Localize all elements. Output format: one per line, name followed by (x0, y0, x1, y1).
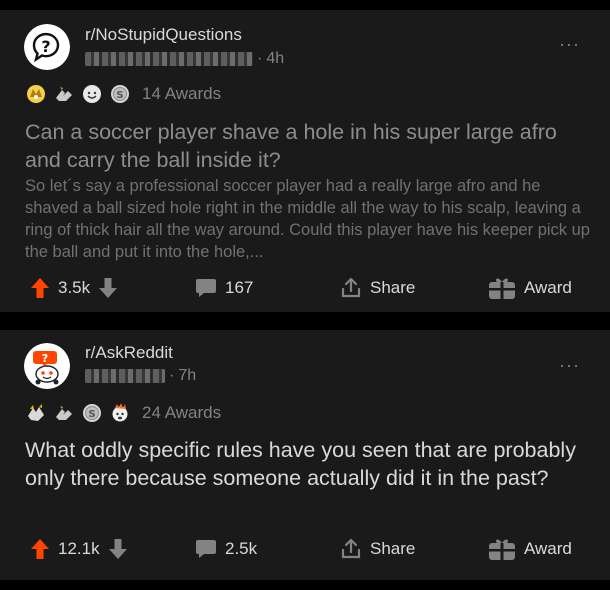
gold-hands-award-icon (28, 404, 44, 421)
feed: ? r/NoStupidQuestions · 4h ··· S 14 Awar… (0, 0, 610, 590)
post-card[interactable]: ? r/AskReddit · 7h ··· S 24 Awards What … (0, 330, 610, 580)
subreddit-name[interactable]: r/AskReddit (85, 343, 173, 363)
award-label: Award (524, 539, 572, 558)
awards-count: 14 Awards (142, 84, 222, 103)
share-icon (341, 277, 361, 298)
svg-text:S: S (116, 90, 123, 101)
share-label: Share (370, 278, 416, 297)
wholesome-award-icon (83, 85, 101, 103)
username-redacted[interactable] (85, 369, 165, 383)
post-card[interactable]: ? r/NoStupidQuestions · 4h ··· S 14 Awar… (0, 10, 610, 312)
hands-award-icon (56, 87, 72, 101)
arrow-up-icon[interactable] (30, 538, 50, 560)
share-button[interactable]: Share (340, 537, 415, 561)
snoo-question-icon: ? (24, 343, 70, 389)
vote-count: 12.1k (58, 539, 100, 558)
helpful-award-icon (27, 85, 45, 103)
comments-button[interactable]: 167 (195, 276, 253, 300)
speech-bubble-icon (196, 540, 216, 558)
gift-icon (489, 278, 515, 299)
post-title[interactable]: Can a soccer player shave a hole in his … (25, 118, 590, 174)
vote-control: 12.1k (30, 537, 128, 561)
award-label: Award (524, 278, 572, 297)
post-body-preview[interactable]: So let´s say a professional soccer playe… (25, 175, 595, 263)
subreddit-name[interactable]: r/NoStupidQuestions (85, 25, 242, 45)
awards-row[interactable]: S 24 Awards (26, 403, 221, 423)
awards-row[interactable]: S 14 Awards (26, 84, 221, 104)
post-actions: 3.5k 167 Share Award (0, 276, 610, 300)
comments-button[interactable]: 2.5k (195, 537, 257, 561)
post-meta: · 7h (85, 367, 196, 385)
speech-bubble-icon (196, 279, 216, 297)
post-age: 4h (266, 50, 285, 67)
post-meta: · 4h (85, 50, 284, 68)
vote-count: 3.5k (58, 278, 91, 297)
award-button[interactable]: Award (488, 276, 572, 300)
gift-icon (489, 539, 515, 560)
post-title[interactable]: What oddly specific rules have you seen … (25, 436, 590, 492)
post-actions: 12.1k 2.5k Share Award (0, 537, 610, 561)
svg-text:?: ? (42, 352, 48, 365)
comments-count: 167 (225, 278, 254, 297)
svg-text:?: ? (41, 37, 50, 56)
hands-award-icon (56, 406, 72, 420)
more-options-button[interactable]: ··· (559, 355, 580, 376)
awards-count: 24 Awards (142, 403, 222, 422)
silver-award-icon: S (111, 85, 129, 103)
subreddit-avatar[interactable]: ? (24, 343, 70, 389)
comments-count: 2.5k (225, 539, 258, 558)
more-options-button[interactable]: ··· (559, 34, 580, 55)
svg-text:S: S (88, 409, 95, 420)
share-button[interactable]: Share (340, 276, 415, 300)
arrow-down-icon[interactable] (98, 277, 118, 299)
post-age: 7h (178, 367, 197, 384)
vote-control: 3.5k (30, 276, 118, 300)
silver-award-icon: S (83, 404, 101, 422)
username-redacted[interactable] (85, 52, 253, 66)
subreddit-avatar[interactable]: ? (24, 24, 70, 70)
arrow-up-icon[interactable] (30, 277, 50, 299)
question-mark-icon: ? (24, 24, 70, 70)
share-icon (341, 538, 361, 559)
arrow-down-icon[interactable] (108, 538, 128, 560)
mind-blown-award-icon (112, 403, 128, 422)
award-button[interactable]: Award (488, 537, 572, 561)
share-label: Share (370, 539, 416, 558)
